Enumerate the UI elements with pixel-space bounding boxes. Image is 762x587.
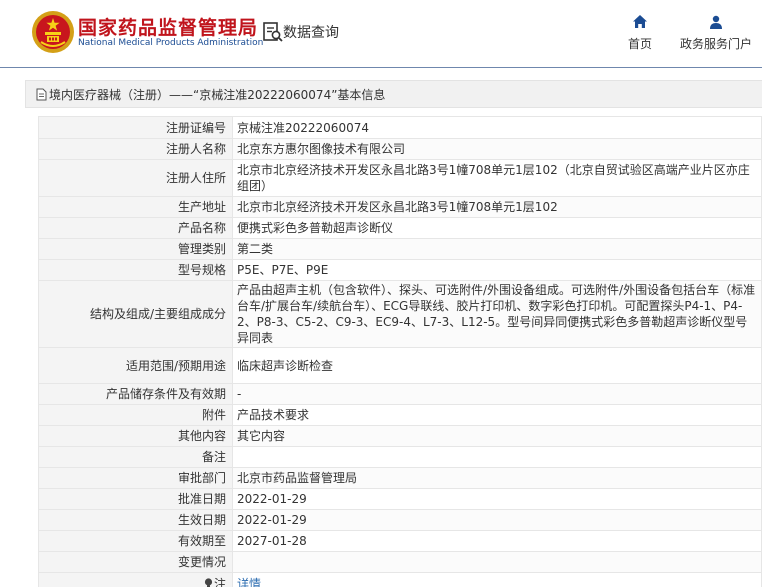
field-value: 便携式彩色多普勒超声诊断仪 <box>232 217 762 239</box>
field-label: 型号规格 <box>38 259 233 281</box>
lightbulb-icon <box>204 577 213 587</box>
field-label: 管理类别 <box>38 238 233 260</box>
table-row: 备注 <box>38 446 762 468</box>
national-emblem-icon <box>32 11 74 53</box>
field-value: 2027-01-28 <box>232 530 762 552</box>
field-value: 产品技术要求 <box>232 404 762 426</box>
note-label-cell: 注 <box>38 572 233 587</box>
table-row: 结构及组成/主要组成成分 产品由超声主机（包含软件）、探头、可选附件/外围设备组… <box>38 280 762 348</box>
field-label: 注册人住所 <box>38 159 233 197</box>
nav-home[interactable]: 首页 <box>620 14 660 56</box>
table-row: 其他内容 其它内容 <box>38 425 762 447</box>
field-label: 审批部门 <box>38 467 233 489</box>
table-row: 适用范围/预期用途 临床超声诊断检查 <box>38 347 762 384</box>
field-label: 结构及组成/主要组成成分 <box>38 280 233 348</box>
field-label: 有效期至 <box>38 530 233 552</box>
field-value: 2022-01-29 <box>232 488 762 510</box>
field-label: 产品名称 <box>38 217 233 239</box>
field-label: 产品储存条件及有效期 <box>38 383 233 405</box>
field-label: 注册证编号 <box>38 116 233 139</box>
note-label: 注 <box>213 576 226 587</box>
table-row: 批准日期 2022-01-29 <box>38 488 762 510</box>
device-info-table: 注册证编号 京械注准20222060074 注册人名称 北京东方惠尔图像技术有限… <box>38 116 762 587</box>
field-value: 北京东方惠尔图像技术有限公司 <box>232 138 762 160</box>
field-label: 批准日期 <box>38 488 233 510</box>
table-row: 注册人名称 北京东方惠尔图像技术有限公司 <box>38 138 762 160</box>
site-header: 国家药品监督管理局 National Medical Products Admi… <box>0 0 762 68</box>
table-row: 注 详情 <box>38 572 762 587</box>
field-value <box>232 551 762 573</box>
table-row: 审批部门 北京市药品监督管理局 <box>38 467 762 489</box>
table-row: 产品储存条件及有效期 - <box>38 383 762 405</box>
field-label: 其他内容 <box>38 425 233 447</box>
field-value: 第二类 <box>232 238 762 260</box>
table-row: 注册证编号 京械注准20222060074 <box>38 116 762 139</box>
table-row: 生效日期 2022-01-29 <box>38 509 762 531</box>
field-label: 适用范围/预期用途 <box>38 347 233 384</box>
data-query-icon <box>263 22 283 42</box>
site-title: 国家药品监督管理局 <box>78 17 259 39</box>
field-value: 北京市北京经济技术开发区永昌北路3号1幢708单元1层102 <box>232 196 762 218</box>
nav-home-label: 首页 <box>627 37 652 51</box>
field-value: - <box>232 383 762 405</box>
note-value: 详情 <box>232 572 762 587</box>
table-row: 管理类别 第二类 <box>38 238 762 260</box>
field-value: 北京市药品监督管理局 <box>232 467 762 489</box>
table-row: 变更情况 <box>38 551 762 573</box>
table-row: 产品名称 便携式彩色多普勒超声诊断仪 <box>38 217 762 239</box>
field-label: 备注 <box>38 446 233 468</box>
breadcrumb-text: 境内医疗器械（注册）——“京械注准20222060074”基本信息 <box>49 88 386 102</box>
field-value: 2022-01-29 <box>232 509 762 531</box>
field-value <box>232 446 762 468</box>
field-label: 附件 <box>38 404 233 426</box>
nav-service-portal[interactable]: 政务服务门户 <box>676 14 756 56</box>
table-row: 型号规格 P5E、P7E、P9E <box>38 259 762 281</box>
nav-service-portal-label: 政务服务门户 <box>679 37 752 51</box>
document-icon <box>36 88 47 101</box>
field-label: 注册人名称 <box>38 138 233 160</box>
field-label: 变更情况 <box>38 551 233 573</box>
data-query-title: 数据查询 <box>283 25 339 41</box>
table-row: 注册人住所 北京市北京经济技术开发区永昌北路3号1幢708单元1层102（北京自… <box>38 159 762 197</box>
field-value: 其它内容 <box>232 425 762 447</box>
field-label: 生产地址 <box>38 196 233 218</box>
field-value: P5E、P7E、P9E <box>232 259 762 281</box>
field-value: 临床超声诊断检查 <box>232 347 762 384</box>
field-value: 京械注准20222060074 <box>232 116 762 139</box>
details-link[interactable]: 详情 <box>237 577 261 587</box>
site-subtitle: National Medical Products Administration <box>78 38 264 48</box>
breadcrumb: 境内医疗器械（注册）——“京械注准20222060074”基本信息 <box>25 80 762 108</box>
table-row: 有效期至 2027-01-28 <box>38 530 762 552</box>
user-icon <box>710 15 722 29</box>
field-value: 产品由超声主机（包含软件）、探头、可选附件/外围设备组成。可选附件/外围设备包括… <box>232 280 762 348</box>
home-icon <box>633 15 647 28</box>
table-row: 附件 产品技术要求 <box>38 404 762 426</box>
table-row: 生产地址 北京市北京经济技术开发区永昌北路3号1幢708单元1层102 <box>38 196 762 218</box>
field-value: 北京市北京经济技术开发区永昌北路3号1幢708单元1层102（北京自贸试验区高端… <box>232 159 762 197</box>
field-label: 生效日期 <box>38 509 233 531</box>
